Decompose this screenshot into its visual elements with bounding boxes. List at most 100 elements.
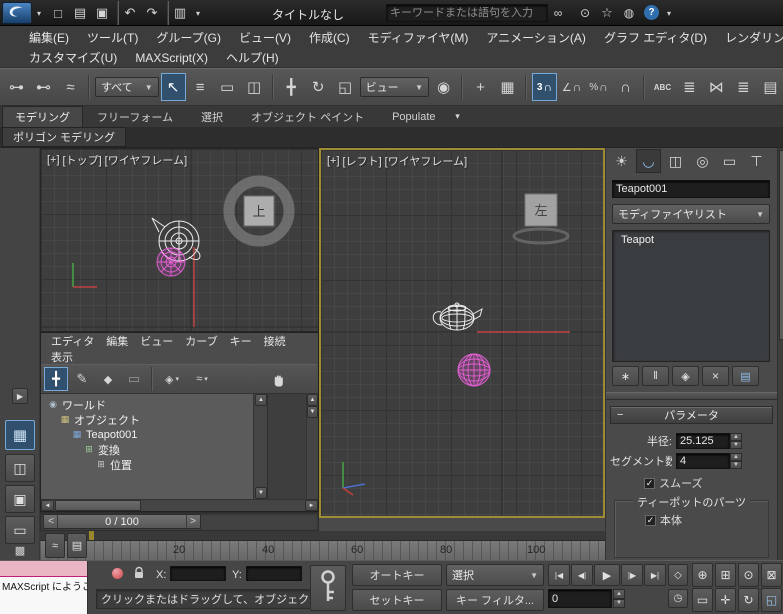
unlink-selection-icon[interactable]: ⊷ bbox=[31, 73, 56, 101]
menu-rendering[interactable]: レンダリング(R) bbox=[716, 29, 783, 46]
spinner-down-icon[interactable]: ▼ bbox=[613, 599, 625, 609]
search-input[interactable] bbox=[386, 4, 548, 22]
tv-menu-show[interactable]: 表示 bbox=[45, 349, 79, 365]
search-options-icon[interactable]: ⊙ bbox=[576, 4, 594, 22]
pin-stack-icon[interactable]: ∗ bbox=[612, 366, 639, 386]
ribbon-tab-freeform[interactable]: フリーフォーム bbox=[83, 109, 187, 125]
tv-menu-keys[interactable]: キー bbox=[224, 333, 258, 349]
teapot-object-left[interactable] bbox=[433, 303, 482, 330]
edit-named-selection-sets-icon[interactable]: ≣ bbox=[677, 73, 702, 101]
scroll-right-icon[interactable]: ► bbox=[305, 500, 318, 511]
tree-vscrollbar[interactable]: ▲ ▼ bbox=[253, 394, 267, 499]
viewcube-top-label[interactable]: 上 bbox=[252, 204, 265, 219]
object-name-field[interactable] bbox=[612, 180, 770, 198]
tv-menu-edit[interactable]: 編集 bbox=[100, 333, 134, 349]
scroll-up-icon[interactable]: ▲ bbox=[255, 394, 267, 406]
stack-item-teapot[interactable]: Teapot bbox=[613, 231, 769, 249]
viewcube-left[interactable]: 左 bbox=[514, 194, 568, 243]
tv-pan-hand-icon[interactable] bbox=[266, 368, 290, 392]
spinner-down-icon[interactable]: ▼ bbox=[730, 461, 742, 469]
zoom-extents-all-icon[interactable]: ⊠ bbox=[761, 563, 782, 587]
menu-maxscript[interactable]: MAXScript(X) bbox=[126, 51, 217, 65]
viewport-left-grid[interactable]: 左 [+] [レフト] [ワイヤフレーム] bbox=[321, 150, 603, 516]
time-slider[interactable]: < 0 / 100 > bbox=[40, 512, 319, 531]
select-by-name-icon[interactable]: ≡ bbox=[188, 73, 213, 101]
tv-menu-curves[interactable]: カーブ bbox=[179, 333, 223, 349]
sphere-object-left[interactable] bbox=[458, 354, 490, 386]
command-panel-scrollbar[interactable] bbox=[777, 148, 783, 560]
trackbar-key-strip[interactable] bbox=[40, 531, 605, 541]
trackview-hscrollbar[interactable]: ◄ ► bbox=[41, 499, 318, 511]
configure-modifier-sets-icon[interactable]: ▤ bbox=[732, 366, 759, 386]
menu-help[interactable]: ヘルプ(H) bbox=[217, 49, 288, 66]
viewcube-left-label[interactable]: 左 bbox=[534, 203, 547, 218]
select-object-button[interactable]: ↖ bbox=[161, 73, 186, 101]
layout-strip-bottom-icon[interactable]: ▩ bbox=[8, 542, 32, 558]
current-frame-marker[interactable] bbox=[89, 531, 94, 540]
bind-to-space-warp-icon[interactable]: ≈ bbox=[58, 73, 83, 101]
orbit-view-icon[interactable]: ↻ bbox=[738, 588, 759, 612]
keyboard-shortcut-override-icon[interactable]: ▦ bbox=[495, 73, 520, 101]
coord-y-field[interactable] bbox=[246, 566, 302, 581]
viewport-menu-shading[interactable]: [ワイヤフレーム] bbox=[385, 153, 467, 169]
scroll-down-icon[interactable]: ▼ bbox=[307, 406, 318, 418]
app-menu-arrow-icon[interactable]: ▾ bbox=[33, 7, 45, 19]
create-tab-icon[interactable]: ☀ bbox=[609, 149, 634, 173]
coord-x-field[interactable] bbox=[170, 566, 226, 581]
angle-snap-toggle-icon[interactable]: ∠ ∩ bbox=[559, 73, 584, 101]
viewport-layout-tab[interactable]: ◫ bbox=[5, 454, 35, 482]
select-and-link-icon[interactable]: ⊶ bbox=[4, 73, 29, 101]
auto-key-button[interactable]: オートキー bbox=[352, 564, 442, 586]
tree-item-transform[interactable]: ⊞ 変換 bbox=[41, 442, 253, 457]
radius-field[interactable] bbox=[676, 433, 730, 449]
utilities-tab-icon[interactable]: ⊤ bbox=[744, 149, 769, 173]
viewport-layout-tab-active[interactable]: ▦ bbox=[5, 420, 35, 450]
tv-move-keys-button[interactable]: ╋ bbox=[44, 367, 68, 391]
save-file-button[interactable]: ▣ bbox=[92, 3, 112, 23]
workspace-dropdown-icon[interactable]: ▾ bbox=[192, 7, 204, 19]
tree-item-teapot001[interactable]: ▦ Teapot001 bbox=[41, 427, 253, 442]
segments-field[interactable] bbox=[676, 453, 730, 469]
sphere-object-top[interactable] bbox=[157, 248, 185, 276]
spinner-up-icon[interactable]: ▲ bbox=[730, 433, 742, 441]
search-binoculars-icon[interactable]: ∞ bbox=[548, 4, 568, 22]
tv-curve-flyout[interactable]: ≈ ▾ bbox=[188, 367, 216, 391]
selection-lock-icon[interactable] bbox=[132, 566, 146, 580]
ribbon-tab-selection[interactable]: 選択 bbox=[187, 109, 237, 125]
previous-frame-button[interactable]: ◀| bbox=[571, 564, 593, 586]
tv-tangent-flyout[interactable]: ◈ ▾ bbox=[158, 367, 186, 391]
use-pivot-point-center-icon[interactable]: ◉ bbox=[431, 73, 456, 101]
community-icon[interactable]: ◍ bbox=[620, 4, 638, 22]
viewport-menu-plus[interactable]: [+] bbox=[327, 155, 340, 167]
select-and-scale-icon[interactable]: ◱ bbox=[333, 73, 358, 101]
open-mini-curve-editor-button[interactable]: ≈ bbox=[45, 533, 65, 558]
zoom-extents-icon[interactable]: ⊙ bbox=[738, 563, 759, 587]
rectangular-selection-region-icon[interactable]: ▭ bbox=[215, 73, 240, 101]
menu-tools[interactable]: ツール(T) bbox=[78, 29, 147, 46]
select-and-rotate-icon[interactable]: ↻ bbox=[306, 73, 331, 101]
ribbon-options-dropdown-icon[interactable]: ▾ bbox=[450, 109, 466, 125]
menu-customize[interactable]: カスタマイズ(U) bbox=[20, 49, 126, 66]
key-filters-button[interactable]: キー フィルタ... bbox=[446, 589, 544, 611]
segments-spinner[interactable]: ▲ ▼ bbox=[730, 453, 742, 469]
redo-button[interactable]: ↷ bbox=[142, 3, 162, 23]
modifier-list-dropdown[interactable]: モディファイヤリスト ▼ bbox=[612, 204, 770, 224]
menu-animation[interactable]: アニメーション(A) bbox=[477, 29, 595, 46]
selection-set-dropdown[interactable]: 選択 ▼ bbox=[446, 564, 544, 586]
keypane-vscrollbar[interactable]: ▲ ▼ bbox=[306, 394, 318, 499]
layout-flyout-arrow-button[interactable]: ▶ bbox=[12, 388, 28, 404]
listener-text-line[interactable]: MAXScript にようこそ bbox=[0, 577, 87, 614]
rollout-collapse-icon[interactable]: − bbox=[617, 409, 623, 421]
help-dropdown-icon[interactable]: ▾ bbox=[663, 8, 675, 18]
next-frame-button[interactable]: > bbox=[186, 514, 200, 529]
time-configuration-icon[interactable]: ◷ bbox=[668, 589, 688, 608]
time-slider-thumb[interactable]: < 0 / 100 > bbox=[43, 514, 201, 529]
menu-group[interactable]: グループ(G) bbox=[147, 29, 230, 46]
remove-modifier-icon[interactable]: × bbox=[702, 366, 729, 386]
show-end-result-icon[interactable]: ‖ bbox=[642, 366, 669, 386]
viewport-left-canvas[interactable]: 左 bbox=[321, 150, 603, 516]
key-mode-toggle-icon[interactable]: ◇ bbox=[668, 564, 688, 586]
menu-modifiers[interactable]: モディファイヤ(M) bbox=[359, 29, 478, 46]
menu-edit[interactable]: 編集(E) bbox=[20, 29, 78, 46]
viewport-menu-shading[interactable]: [ワイヤフレーム] bbox=[105, 152, 187, 168]
